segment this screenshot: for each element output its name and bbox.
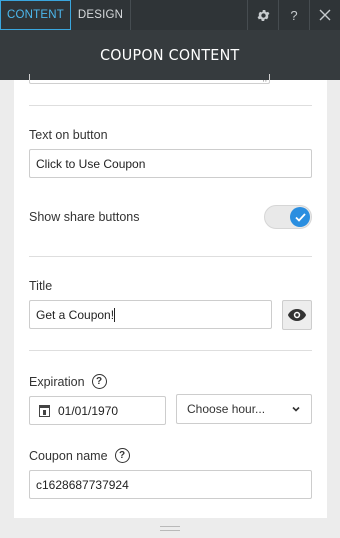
- expiration-label: Expiration ?: [29, 374, 107, 389]
- tab-content[interactable]: CONTENT: [0, 0, 71, 30]
- content-panel: ,, Text on button Click to Use Coupon Sh…: [14, 74, 327, 518]
- coupon-name-label-text: Coupon name: [29, 448, 108, 463]
- title-input-value: Get a Coupon!: [36, 307, 115, 322]
- divider: [29, 256, 312, 257]
- hour-select[interactable]: Choose hour...: [176, 394, 312, 424]
- toggle-knob: [290, 207, 310, 227]
- eye-icon: [288, 309, 306, 321]
- close-icon: [319, 9, 331, 21]
- settings-button[interactable]: [247, 0, 278, 30]
- close-button[interactable]: [309, 0, 340, 30]
- hour-select-value: Choose hour...: [187, 402, 266, 416]
- expiration-help-icon[interactable]: ?: [91, 374, 107, 389]
- expiration-date-input[interactable]: 01/01/1970: [29, 396, 166, 425]
- coupon-name-label: Coupon name ?: [29, 448, 130, 463]
- divider: [29, 350, 312, 351]
- text-caret: [114, 307, 116, 322]
- button-text-label: Text on button: [29, 128, 108, 142]
- coupon-name-help-icon[interactable]: ?: [114, 448, 130, 463]
- panel-header: COUPON CONTENT: [0, 30, 340, 80]
- divider: [29, 105, 312, 106]
- title-label: Title: [29, 279, 53, 293]
- title-input[interactable]: Get a Coupon!: [29, 300, 272, 329]
- resize-handle-icon[interactable]: ,,: [263, 75, 267, 83]
- calendar-icon: [39, 404, 50, 417]
- resize-grip-icon[interactable]: [160, 526, 180, 531]
- expiration-date-value: 01/01/1970: [58, 403, 119, 418]
- panel-title: COUPON CONTENT: [100, 46, 240, 64]
- help-button[interactable]: ?: [278, 0, 309, 30]
- top-tab-bar: CONTENT DESIGN ?: [0, 0, 340, 30]
- tab-design[interactable]: DESIGN: [71, 0, 131, 30]
- coupon-name-input[interactable]: c1628687737924: [29, 470, 312, 499]
- gear-icon: [257, 9, 269, 21]
- expiration-label-text: Expiration: [29, 374, 85, 389]
- share-buttons-label: Show share buttons: [29, 210, 140, 224]
- chevron-down-icon: [292, 406, 300, 412]
- share-buttons-toggle[interactable]: [264, 205, 312, 229]
- button-text-input[interactable]: Click to Use Coupon: [29, 149, 312, 178]
- preview-toggle-button[interactable]: [282, 300, 312, 330]
- check-icon: [294, 212, 306, 222]
- previous-textarea[interactable]: ,,: [29, 74, 270, 84]
